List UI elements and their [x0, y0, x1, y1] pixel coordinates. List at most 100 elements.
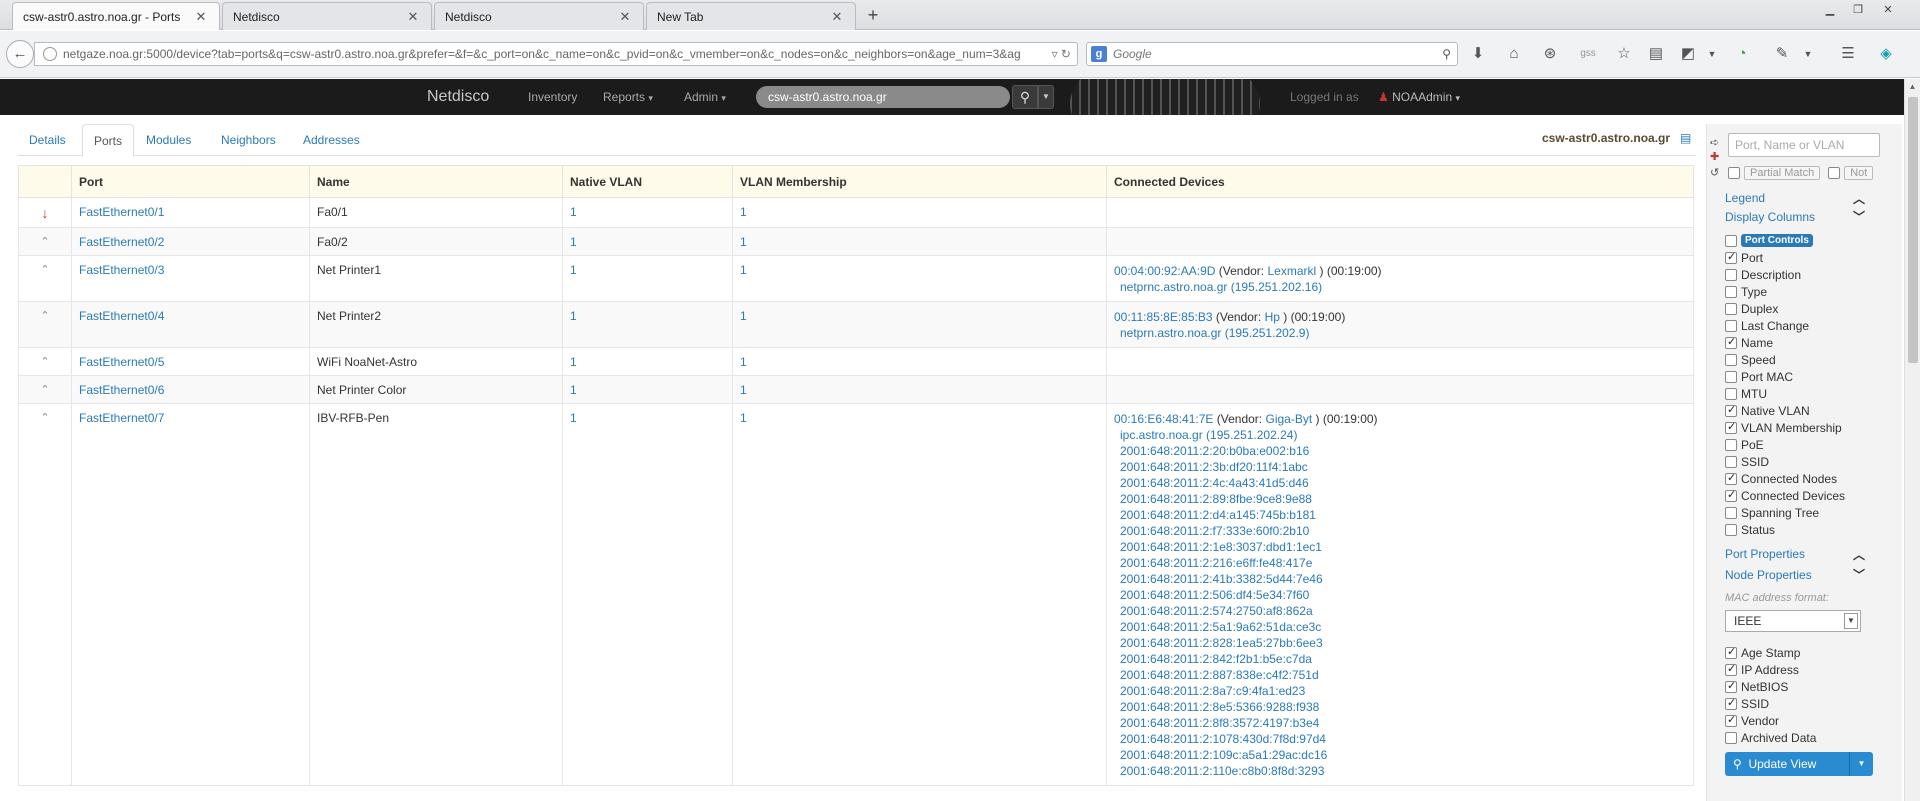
not-checkbox[interactable]: [1828, 167, 1841, 179]
device-mac-link[interactable]: 00:04:00:92:AA:9D: [1114, 264, 1215, 278]
column-option-item[interactable]: Connected Nodes: [1725, 470, 1845, 487]
native-vlan-link[interactable]: 1: [570, 383, 577, 397]
device-address-link[interactable]: netprnc.astro.noa.gr (195.251.202.16): [1114, 279, 1686, 295]
chevron-down-icon[interactable]: ﹀: [1853, 566, 1865, 583]
header-connected-devices[interactable]: Connected Devices: [1106, 165, 1694, 198]
device-address-link[interactable]: 2001:648:2011:2:887:838e:c4f2:751d: [1114, 667, 1686, 683]
legend-toggle[interactable]: Legend: [1725, 191, 1765, 205]
addon-icon[interactable]: ◩: [1678, 44, 1698, 64]
device-address-link[interactable]: ipc.astro.noa.gr (195.251.202.24): [1114, 427, 1686, 443]
tab-addresses[interactable]: Addresses: [292, 124, 371, 157]
close-icon[interactable]: ✕: [617, 9, 633, 25]
nav-inventory[interactable]: Inventory: [528, 90, 577, 104]
column-option-checkbox[interactable]: [1725, 523, 1737, 536]
device-address-link[interactable]: 2001:648:2011:2:41b:3382:5d44:7e46: [1114, 571, 1686, 587]
display-columns-toggle[interactable]: Display Columns: [1725, 210, 1815, 224]
device-address-link[interactable]: 2001:648:2011:2:842:f2b1:b5e:c7da: [1114, 651, 1686, 667]
vlan-membership-link[interactable]: 1: [740, 355, 747, 369]
close-icon[interactable]: ✕: [193, 9, 209, 25]
native-vlan-link[interactable]: 1: [570, 263, 577, 277]
column-option-item[interactable]: Last Change: [1725, 317, 1845, 334]
extension-diamond-icon[interactable]: ◈: [1876, 44, 1896, 64]
node-option-checkbox[interactable]: [1725, 713, 1737, 727]
column-option-checkbox[interactable]: [1725, 506, 1737, 519]
tab-ports[interactable]: Ports: [82, 124, 135, 157]
browser-search-input[interactable]: g Google ⚲: [1086, 42, 1458, 66]
pin-icon[interactable]: ✚: [1710, 150, 1719, 163]
restore-icon[interactable]: ❐: [1846, 2, 1870, 18]
plugin-icon[interactable]: ✎: [1772, 44, 1792, 64]
search-icon[interactable]: ⚲: [1442, 47, 1457, 61]
device-address-link[interactable]: 2001:648:2011:2:8f8:3572:4197:b3e4: [1114, 715, 1686, 731]
device-address-link[interactable]: 2001:648:2011:2:574:2750:af8:862a: [1114, 603, 1686, 619]
device-address-link[interactable]: netprn.astro.noa.gr (195.251.202.9): [1114, 325, 1686, 341]
native-vlan-link[interactable]: 1: [570, 309, 577, 323]
column-option-item[interactable]: VLAN Membership: [1725, 419, 1845, 436]
node-option-item[interactable]: IP Address: [1725, 661, 1816, 678]
vlan-membership-link[interactable]: 1: [740, 205, 747, 219]
port-properties-toggle[interactable]: Port Properties: [1725, 547, 1805, 561]
close-icon[interactable]: ✕: [829, 9, 845, 25]
column-option-item[interactable]: Status: [1725, 521, 1845, 538]
device-address-link[interactable]: 2001:648:2011:2:8a7:c9:4fa1:ed23: [1114, 683, 1686, 699]
column-option-checkbox[interactable]: [1725, 302, 1737, 315]
vendor-link[interactable]: Lexmarkl: [1267, 264, 1316, 278]
vendor-link[interactable]: Hp: [1265, 310, 1280, 324]
column-option-item[interactable]: Description: [1725, 266, 1845, 283]
device-address-link[interactable]: 2001:648:2011:2:89:8fbe:9ce8:9e88: [1114, 491, 1686, 507]
url-bar[interactable]: netgaze.noa.gr:5000/device?tab=ports&q=c…: [34, 42, 1078, 66]
vlan-membership-link[interactable]: 1: [740, 309, 747, 323]
vlan-membership-link[interactable]: 1: [740, 383, 747, 397]
chevron-down-icon[interactable]: ﹀: [1853, 208, 1865, 225]
device-address-link[interactable]: 2001:648:2011:2:d4:a145:745b:b181: [1114, 507, 1686, 523]
port-link[interactable]: FastEthernet0/1: [79, 205, 164, 219]
browser-tab-netdisco-2[interactable]: Netdisco ✕: [434, 2, 644, 30]
device-address-link[interactable]: 2001:648:2011:2:20:b0ba:e002:b16: [1114, 443, 1686, 459]
column-option-item[interactable]: Duplex: [1725, 300, 1845, 317]
column-option-checkbox[interactable]: [1725, 403, 1737, 417]
device-mac-link[interactable]: 00:11:85:8E:85:B3: [1114, 310, 1213, 324]
partial-match-checkbox[interactable]: [1728, 167, 1740, 179]
device-address-link[interactable]: 2001:648:2011:2:5a1:9a62:51da:ce3c: [1114, 619, 1686, 635]
column-option-item[interactable]: MTU: [1725, 385, 1845, 402]
column-option-checkbox[interactable]: [1725, 268, 1737, 281]
column-option-checkbox[interactable]: [1725, 353, 1737, 366]
device-mac-link[interactable]: 00:16:E6:48:41:7E: [1114, 412, 1213, 426]
vendor-link[interactable]: Giga-Byt: [1265, 412, 1312, 426]
minimize-icon[interactable]: ▁: [1818, 2, 1842, 18]
menu-icon[interactable]: ☰: [1838, 44, 1858, 64]
port-link[interactable]: FastEthernet0/6: [79, 383, 164, 397]
window-close-icon[interactable]: ✕: [1876, 2, 1900, 18]
column-option-item[interactable]: Speed: [1725, 351, 1845, 368]
device-address-link[interactable]: 2001:648:2011:2:f7:333e:60f0:2b10: [1114, 523, 1686, 539]
column-option-item[interactable]: SSID: [1725, 453, 1845, 470]
column-option-item[interactable]: Port MAC: [1725, 368, 1845, 385]
chevron-up-icon[interactable]: ︿: [1853, 546, 1865, 563]
column-option-checkbox[interactable]: [1725, 250, 1737, 264]
gss-icon[interactable]: gss: [1578, 44, 1598, 64]
port-link[interactable]: FastEthernet0/2: [79, 235, 164, 249]
port-link[interactable]: FastEthernet0/4: [79, 309, 164, 323]
caret-down-icon[interactable]: ▼: [1849, 752, 1873, 776]
port-link[interactable]: FastEthernet0/5: [79, 355, 164, 369]
node-option-checkbox[interactable]: [1725, 696, 1737, 710]
device-address-link[interactable]: 2001:648:2011:2:110e:c8b0:8f8d:3293: [1114, 763, 1686, 779]
browser-tab-netdisco-1[interactable]: Netdisco ✕: [222, 2, 432, 30]
caret-down-icon[interactable]: ▼: [1038, 85, 1054, 109]
port-link[interactable]: FastEthernet0/3: [79, 263, 164, 277]
node-option-checkbox[interactable]: [1725, 731, 1737, 744]
tab-neighbors[interactable]: Neighbors: [210, 124, 287, 157]
column-option-checkbox[interactable]: [1725, 319, 1737, 332]
vlan-membership-link[interactable]: 1: [740, 263, 747, 277]
native-vlan-link[interactable]: 1: [570, 411, 577, 425]
column-option-checkbox[interactable]: [1725, 370, 1737, 383]
home-icon[interactable]: ⌂: [1504, 44, 1524, 64]
column-option-item[interactable]: Port Controls: [1725, 232, 1845, 249]
device-address-link[interactable]: 2001:648:2011:2:1e8:3037:dbd1:1ec1: [1114, 539, 1686, 555]
column-option-checkbox[interactable]: [1725, 455, 1737, 468]
reload-icon[interactable]: ▿ ↻: [1046, 47, 1077, 61]
header-native-vlan[interactable]: Native VLAN: [562, 165, 733, 198]
nav-reports[interactable]: Reports ▾: [603, 90, 653, 104]
node-option-item[interactable]: NetBIOS: [1725, 678, 1816, 695]
update-view-button[interactable]: ⚲ Update View ▼: [1725, 752, 1873, 776]
